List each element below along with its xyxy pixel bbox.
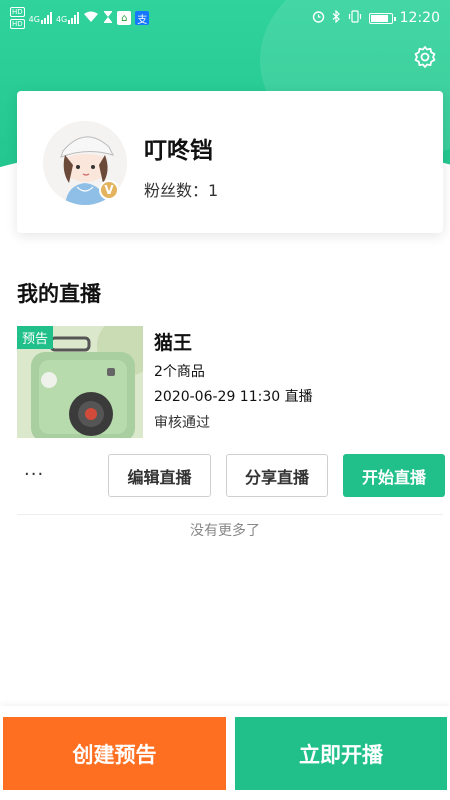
product-count: 2个商品 <box>154 364 205 380</box>
live-datetime: 2020-06-29 11:30 直播 <box>154 389 313 405</box>
go-live-button[interactable]: 立即开播 <box>235 717 447 790</box>
verified-badge-icon: V <box>99 180 119 200</box>
nickname: 叮咚铛 <box>144 138 213 164</box>
cellular-signal-icon: 4G <box>29 12 52 24</box>
fans-value: 1 <box>208 181 219 200</box>
start-live-button[interactable]: 开始直播 <box>343 454 445 497</box>
battery-icon <box>368 12 396 24</box>
vibrate-icon <box>348 10 362 26</box>
fans-label: 粉丝数： <box>144 181 209 200</box>
profile-card: 叮咚铛 粉丝数：1 <box>17 91 443 233</box>
sim-icon: HD HD <box>10 7 25 29</box>
divider <box>17 514 443 515</box>
live-cover-image[interactable]: 预告 <box>17 326 143 438</box>
bottom-action-bar: 创建预告 立即开播 <box>0 706 450 800</box>
live-title: 猫王 <box>154 332 193 354</box>
bluetooth-icon <box>332 9 341 26</box>
no-more-text: 没有更多了 <box>190 523 260 539</box>
wifi-icon <box>83 11 99 26</box>
hourglass-icon <box>103 10 113 26</box>
clock: 12:20 <box>399 10 440 26</box>
home-app-icon: ⌂ <box>117 11 132 25</box>
review-status: 审核通过 <box>154 415 210 431</box>
edit-live-button[interactable]: 编辑直播 <box>108 454 211 497</box>
gear-icon <box>413 45 437 73</box>
status-bar: HD HD 4G 4G ⌂ 支 12:20 <box>0 0 450 36</box>
settings-button[interactable] <box>410 44 440 74</box>
share-live-button[interactable]: 分享直播 <box>226 454 328 497</box>
fans-count: 粉丝数：1 <box>144 177 218 201</box>
create-preview-button[interactable]: 创建预告 <box>3 717 226 790</box>
live-manager-page: HD HD 4G 4G ⌂ 支 12:20 叮咚铛 粉丝数：1 V 我的直播 预… <box>0 0 450 800</box>
more-options-button[interactable]: ··· <box>24 462 54 486</box>
preview-tag: 预告 <box>17 326 54 349</box>
section-title: 我的直播 <box>17 282 101 306</box>
alipay-icon: 支 <box>135 11 150 26</box>
cellular-signal-icon: 4G <box>56 12 80 24</box>
alarm-icon <box>312 10 325 26</box>
